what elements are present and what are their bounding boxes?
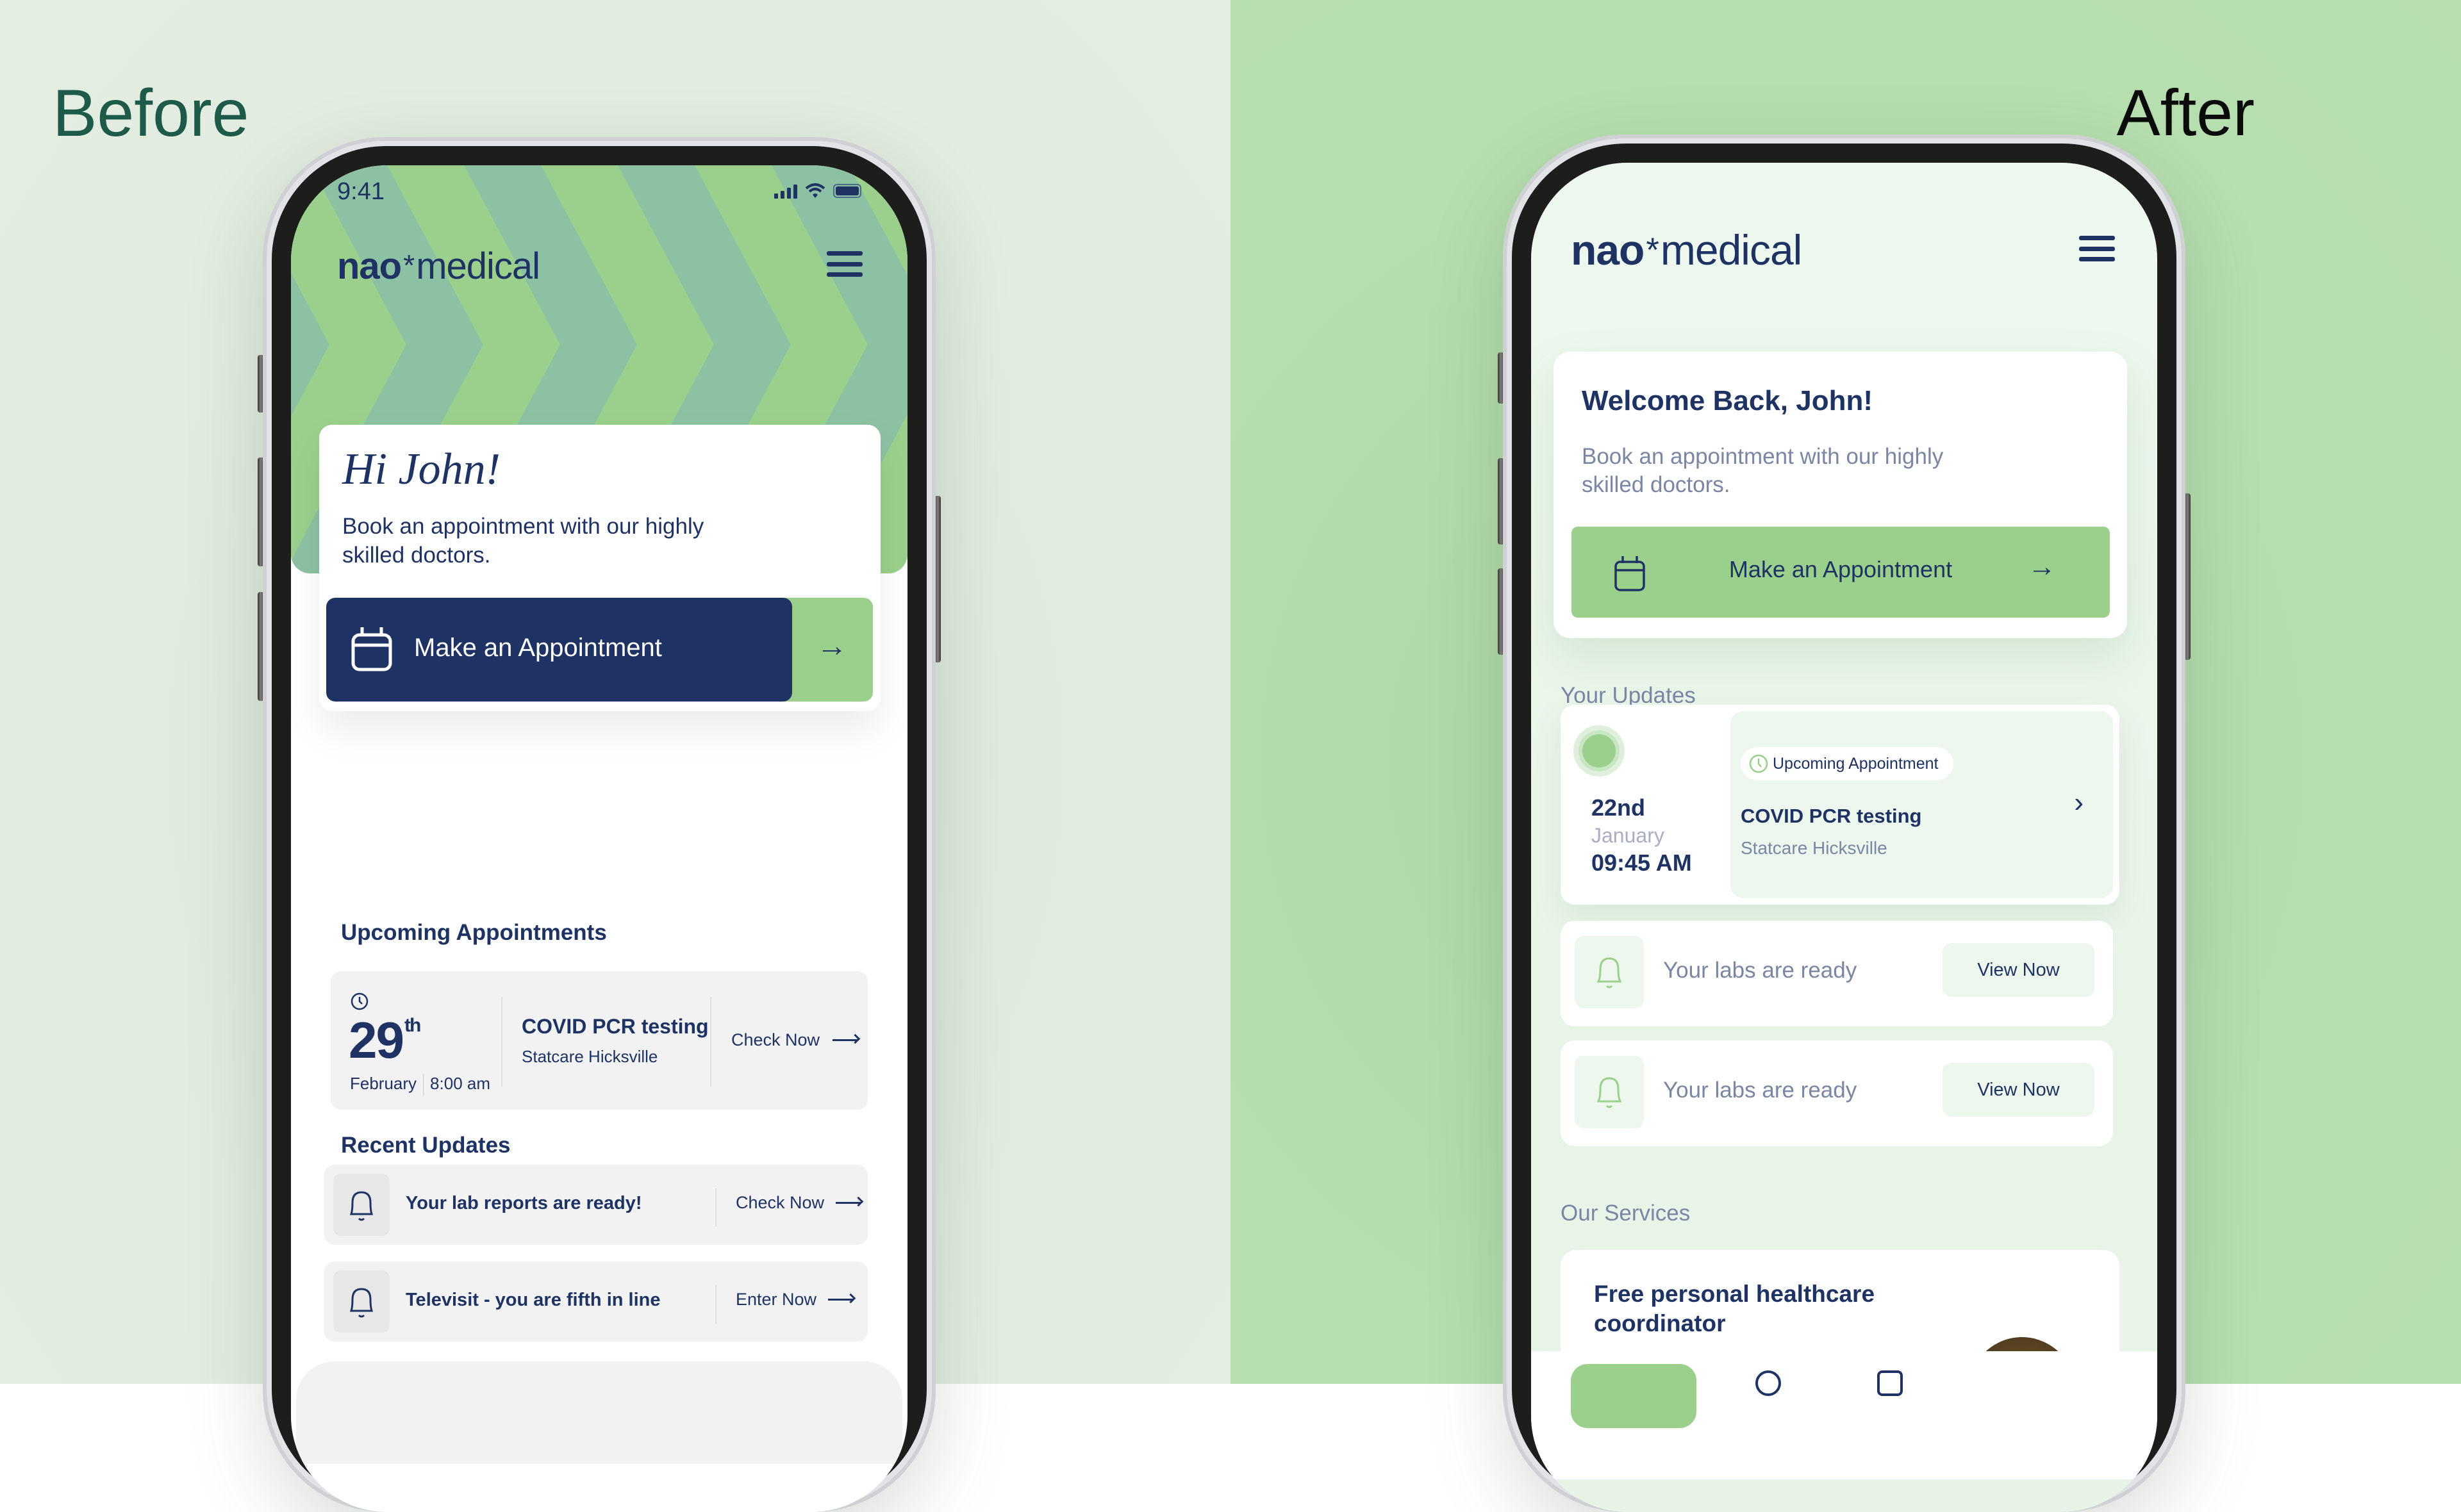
arrow-right-icon[interactable]: →: [816, 629, 847, 664]
make-appointment-label: Make an Appointment: [414, 634, 662, 662]
update-text: Your lab reports are ready!: [406, 1193, 642, 1213]
before-phone: 9:41 nao*medical Hi John! Book an appoin…: [258, 137, 941, 1512]
welcome-title: Welcome Back, John!: [1582, 385, 1873, 416]
status-dot-icon: [1573, 725, 1625, 777]
arrow-right-icon: [836, 1202, 862, 1204]
after-phone: nao*medical Welcome Back, John! Book an …: [1498, 135, 2191, 1512]
bell-icon: [333, 1174, 390, 1236]
calendar-icon: [351, 627, 392, 671]
bell-icon: [333, 1270, 390, 1333]
hamburger-menu-icon[interactable]: [827, 251, 863, 277]
before-label: Before: [53, 76, 249, 151]
welcome-subtitle: Book an appointment with our highly skil…: [1582, 444, 1944, 497]
lab-update-item[interactable]: Your labs are ready View Now: [1561, 1040, 2113, 1146]
welcome-card: Welcome Back, John! Book an appointment …: [1554, 352, 2127, 638]
check-now-button[interactable]: Check Now: [736, 1193, 862, 1213]
upcoming-appointment-badge: Upcoming Appointment: [1741, 747, 1954, 780]
greeting-subtitle: Book an appointment with our highly skil…: [342, 514, 704, 568]
nav-item-icon[interactable]: [1877, 1370, 1903, 1396]
status-bar: 9:41: [291, 165, 907, 217]
bell-icon: [1575, 1056, 1644, 1128]
clock-icon: [351, 992, 369, 1010]
divider: [501, 997, 502, 1087]
greeting-card: Hi John! Book an appointment with our hi…: [319, 425, 881, 711]
divider: [715, 1188, 717, 1227]
wifi-icon: [805, 183, 825, 198]
appointment-date-line: February 8:00 am: [350, 1074, 490, 1096]
battery-icon: [833, 184, 861, 198]
status-icons: [774, 183, 861, 199]
after-screen: nao*medical Welcome Back, John! Book an …: [1531, 163, 2157, 1512]
appointment-location: Statcare Hicksville: [1741, 838, 1887, 858]
arrow-right-icon: →: [2028, 551, 2056, 582]
update-item[interactable]: Televisit - you are fifth in line Enter …: [324, 1261, 868, 1342]
clock-icon: [1749, 754, 1768, 773]
divider: [710, 997, 711, 1087]
bell-icon: [1575, 936, 1644, 1008]
appointment-day: 29th: [349, 1012, 421, 1069]
make-appointment-main[interactable]: Make an Appointment: [326, 598, 792, 702]
service-title: Free personal healthcare coordinator: [1594, 1281, 1875, 1336]
recent-updates-title: Recent Updates: [341, 1133, 511, 1158]
nao-medical-logo[interactable]: nao*medical: [1571, 226, 1802, 274]
appointment-detail-panel[interactable]: Upcoming Appointment COVID PCR testing S…: [1730, 711, 2113, 898]
update-text: Televisit - you are fifth in line: [406, 1290, 661, 1310]
greeting-title: Hi John!: [342, 445, 501, 494]
status-time: 9:41: [337, 178, 385, 205]
appointment-title: COVID PCR testing: [1741, 805, 1922, 827]
make-appointment-button[interactable]: Make an Appointment →: [326, 598, 873, 702]
hamburger-menu-icon[interactable]: [2079, 236, 2115, 261]
bottom-navigation: [1531, 1351, 2157, 1479]
lab-update-text: Your labs are ready: [1663, 1078, 1857, 1103]
view-now-button[interactable]: View Now: [1943, 1063, 2094, 1117]
chevron-right-icon[interactable]: ›: [2074, 787, 2084, 819]
appointment-card[interactable]: 22nd January 09:45 AM Upcoming Appointme…: [1561, 705, 2119, 905]
appointment-time: 09:45 AM: [1591, 850, 1692, 876]
bottom-navigation: [296, 1361, 902, 1464]
make-appointment-button[interactable]: Make an Appointment →: [1571, 527, 2110, 618]
view-now-button[interactable]: View Now: [1943, 943, 2094, 997]
nav-item-icon[interactable]: [1755, 1370, 1781, 1396]
lab-update-text: Your labs are ready: [1663, 958, 1857, 983]
our-services-title: Our Services: [1561, 1201, 1691, 1226]
before-panel: Before 9:41 nao*medical Hi John! Book an…: [0, 0, 1230, 1512]
appointment-title: COVID PCR testing: [522, 1015, 709, 1038]
nav-item-home-active[interactable]: [1571, 1364, 1696, 1428]
lab-update-item[interactable]: Your labs are ready View Now: [1561, 921, 2113, 1026]
appointment-card[interactable]: 29th February 8:00 am COVID PCR testing …: [331, 971, 868, 1110]
appointment-location: Statcare Hicksville: [522, 1047, 658, 1066]
enter-now-button[interactable]: Enter Now: [736, 1290, 854, 1310]
upcoming-appointments-title: Upcoming Appointments: [341, 920, 607, 945]
arrow-right-icon: [828, 1299, 854, 1301]
before-screen: 9:41 nao*medical Hi John! Book an appoin…: [291, 165, 907, 1512]
appointment-day: 22nd: [1591, 794, 1646, 821]
check-now-button[interactable]: Check Now: [731, 1030, 859, 1050]
nao-medical-logo[interactable]: nao*medical: [337, 245, 540, 288]
divider: [715, 1285, 717, 1324]
signal-icon: [774, 183, 797, 199]
arrow-right-icon: [833, 1039, 859, 1041]
appointment-month: February: [350, 1074, 417, 1093]
update-item[interactable]: Your lab reports are ready! Check Now: [324, 1165, 868, 1245]
appointment-month: January: [1591, 824, 1664, 847]
appointment-time: 8:00 am: [430, 1074, 490, 1093]
